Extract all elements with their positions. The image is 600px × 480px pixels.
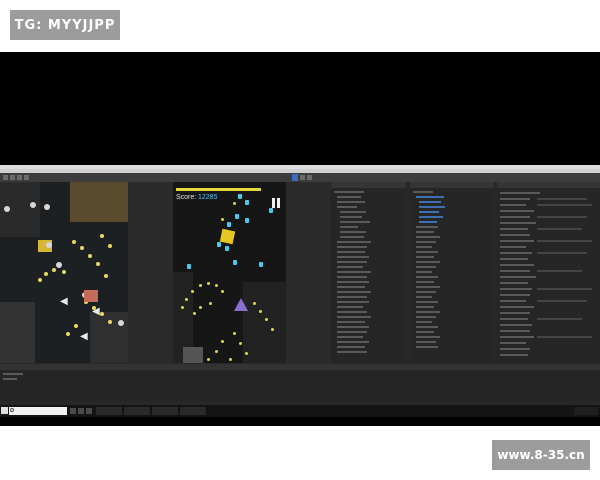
video-frame: ◀ ◀ ◀ Score: 12285 [0, 52, 600, 426]
console-tab[interactable] [0, 364, 600, 370]
step-button[interactable] [307, 175, 312, 180]
move-tool-icon[interactable] [10, 175, 15, 180]
search-icon [10, 408, 14, 412]
console-panel[interactable] [0, 364, 600, 401]
windows-start-icon[interactable] [1, 407, 8, 414]
player-ship [234, 298, 248, 311]
watermark-bottom-right: www.8-35.cn [492, 440, 590, 470]
taskbar-app[interactable] [180, 407, 206, 415]
taskbar-search-box[interactable] [9, 407, 67, 415]
file-explorer-icon[interactable] [78, 408, 84, 414]
hand-tool-icon[interactable] [3, 175, 8, 180]
task-view-icon[interactable] [70, 408, 76, 414]
taskbar-app[interactable] [124, 407, 150, 415]
editor-toolbar [0, 173, 600, 182]
inspector-panel[interactable] [497, 182, 600, 363]
audio-source-gizmo-icon: ◀ [60, 296, 68, 307]
play-button[interactable] [292, 174, 298, 181]
scale-tool-icon[interactable] [24, 175, 29, 180]
inspector-tab[interactable] [497, 182, 600, 188]
project-panel[interactable] [410, 182, 494, 363]
hierarchy-panel[interactable] [331, 182, 406, 363]
pause-icon[interactable] [272, 198, 281, 208]
audio-source-gizmo-icon: ◀ [92, 306, 100, 317]
hierarchy-tab[interactable] [331, 182, 406, 188]
pause-editor-button[interactable] [300, 175, 305, 180]
rotate-tool-icon[interactable] [17, 175, 22, 180]
taskbar-app-unity[interactable] [96, 407, 122, 415]
windows-taskbar [0, 405, 600, 417]
taskbar-app[interactable] [152, 407, 178, 415]
score-value: 12285 [198, 194, 218, 201]
project-tab[interactable] [410, 182, 494, 188]
health-bar [176, 188, 261, 191]
scene-view[interactable]: ◀ ◀ ◀ [0, 182, 128, 363]
yellow-cube-enemy [219, 228, 236, 245]
score-label: Score: [176, 194, 197, 201]
audio-source-gizmo-icon: ◀ [80, 331, 88, 342]
game-view[interactable]: Score: 12285 [173, 182, 286, 363]
taskbar-clock[interactable] [574, 407, 598, 415]
unity-editor-window: ◀ ◀ ◀ Score: 12285 [0, 165, 600, 417]
watermark-top-left: TG: MYYJJPP [10, 10, 120, 40]
browser-icon[interactable] [86, 408, 92, 414]
